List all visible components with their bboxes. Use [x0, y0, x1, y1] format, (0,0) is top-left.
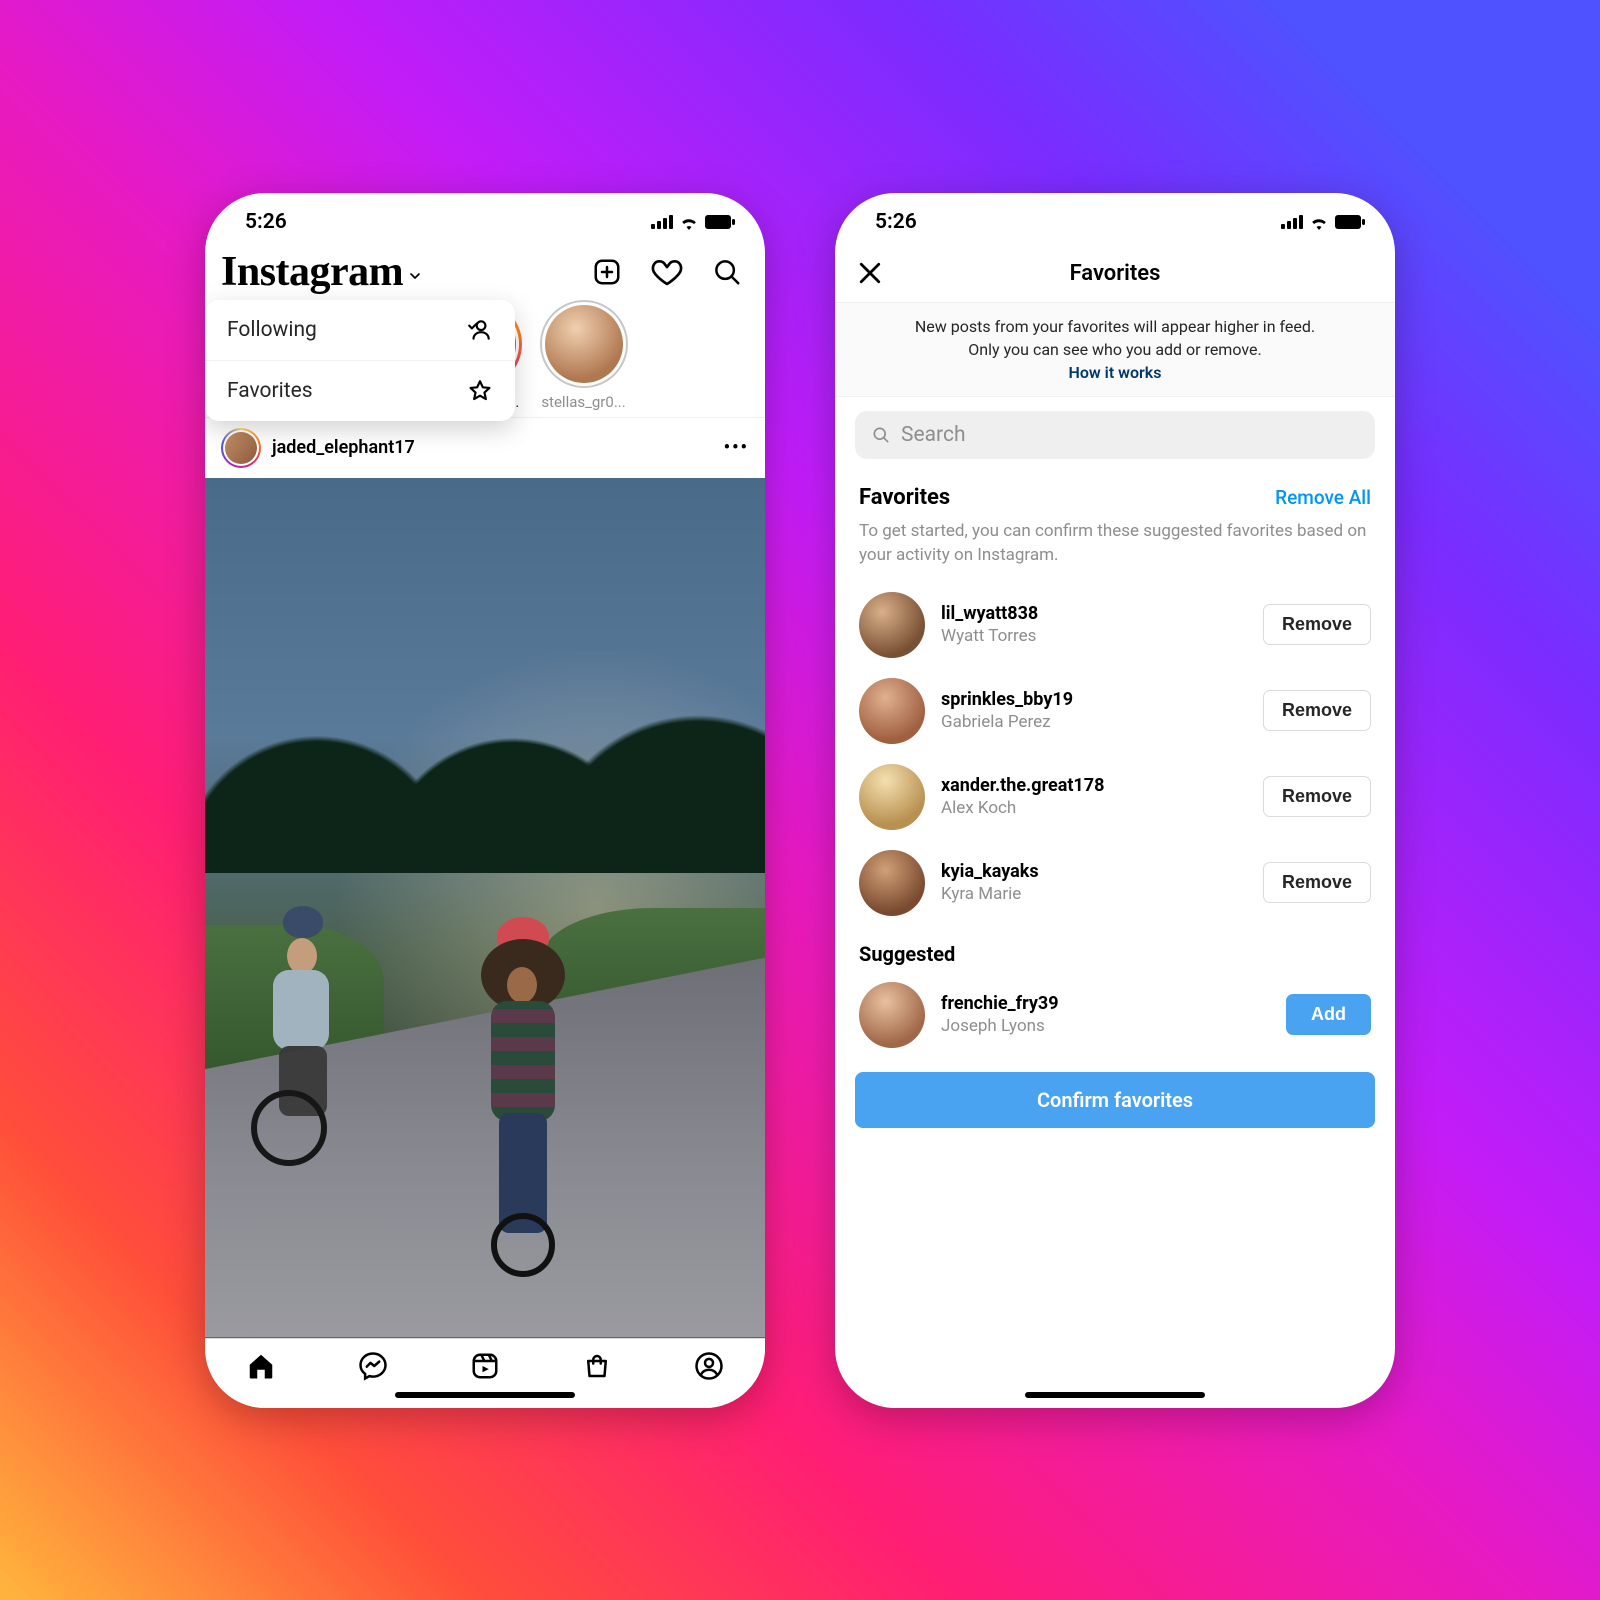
fullname: Joseph Lyons	[941, 1016, 1059, 1036]
favorite-row: sprinkles_bby19 Gabriela Perez Remove	[835, 668, 1395, 754]
user-link[interactable]: sprinkles_bby19 Gabriela Perez	[859, 678, 1073, 744]
banner-text-line2: Only you can see who you add or remove.	[859, 338, 1371, 361]
avatar	[859, 678, 925, 744]
status-time: 5:26	[245, 210, 287, 234]
tab-home[interactable]	[244, 1349, 278, 1383]
banner-text-line1: New posts from your favorites will appea…	[859, 315, 1371, 338]
avatar	[859, 982, 925, 1048]
confirm-favorites-button[interactable]: Confirm favorites	[855, 1072, 1375, 1128]
status-bar: 5:26	[835, 193, 1395, 246]
cellular-icon	[1281, 215, 1303, 229]
feed-switcher-menu: Following Favorites	[205, 300, 515, 421]
fullname: Alex Koch	[941, 798, 1104, 818]
menu-item-following[interactable]: Following	[205, 300, 515, 361]
search-icon	[871, 425, 891, 445]
post-header: jaded_elephant17 •••	[205, 417, 765, 478]
menu-item-favorites[interactable]: Favorites	[205, 361, 515, 421]
activity-button[interactable]	[651, 256, 683, 288]
close-button[interactable]	[855, 258, 885, 288]
feed-switcher-button[interactable]: Instagram	[221, 248, 423, 296]
username: sprinkles_bby19	[941, 689, 1073, 712]
home-indicator[interactable]	[1025, 1392, 1205, 1398]
post-more-button[interactable]: •••	[724, 437, 749, 458]
modal-title: Favorites	[1070, 261, 1161, 286]
user-link[interactable]: kyia_kayaks Kyra Marie	[859, 850, 1039, 916]
search-placeholder: Search	[901, 423, 966, 447]
tab-profile[interactable]	[692, 1349, 726, 1383]
add-button[interactable]: Add	[1286, 994, 1371, 1035]
battery-icon	[1335, 215, 1365, 229]
username: lil_wyatt838	[941, 603, 1038, 626]
cellular-icon	[651, 215, 673, 229]
instagram-logo: Instagram	[221, 248, 403, 296]
avatar	[859, 592, 925, 658]
user-link[interactable]: frenchie_fry39 Joseph Lyons	[859, 982, 1059, 1048]
fullname: Gabriela Perez	[941, 712, 1073, 732]
favorite-row: lil_wyatt838 Wyatt Torres Remove	[835, 582, 1395, 668]
status-icons	[651, 215, 735, 230]
create-post-button[interactable]	[591, 256, 623, 288]
status-bar: 5:26	[205, 193, 765, 246]
star-icon	[467, 378, 493, 404]
user-link[interactable]: lil_wyatt838 Wyatt Torres	[859, 592, 1038, 658]
tab-shop[interactable]	[580, 1349, 614, 1383]
chevron-down-icon	[407, 260, 423, 284]
username: xander.the.great178	[941, 775, 1104, 798]
username: kyia_kayaks	[941, 861, 1039, 884]
favorites-subtext: To get started, you can confirm these su…	[835, 514, 1395, 582]
post-image[interactable]	[205, 478, 765, 1338]
wifi-icon	[1309, 215, 1329, 230]
wifi-icon	[679, 215, 699, 230]
story-label: stellas_gr0...	[541, 393, 625, 411]
fullname: Wyatt Torres	[941, 626, 1038, 646]
remove-button[interactable]: Remove	[1263, 862, 1371, 903]
following-icon	[467, 317, 493, 343]
stories-tray[interactable]: Following Favorites + Your Story liam_be…	[205, 300, 765, 417]
home-indicator[interactable]	[395, 1392, 575, 1398]
status-time: 5:26	[875, 210, 917, 234]
search-input[interactable]: Search	[855, 411, 1375, 459]
remove-button[interactable]: Remove	[1263, 604, 1371, 645]
modal-header: Favorites	[835, 246, 1395, 302]
favorites-section-header: Favorites Remove All	[835, 465, 1395, 514]
user-link[interactable]: xander.the.great178 Alex Koch	[859, 764, 1104, 830]
avatar	[859, 764, 925, 830]
how-it-works-link[interactable]: How it works	[859, 361, 1371, 384]
info-banner: New posts from your favorites will appea…	[835, 302, 1395, 398]
avatar	[859, 850, 925, 916]
suggested-row: frenchie_fry39 Joseph Lyons Add	[835, 972, 1395, 1058]
search-button[interactable]	[711, 256, 743, 288]
post-username: jaded_elephant17	[272, 437, 415, 458]
fullname: Kyra Marie	[941, 884, 1039, 904]
feed-header: Instagram	[205, 246, 765, 300]
menu-item-label: Following	[227, 318, 317, 342]
menu-item-label: Favorites	[227, 379, 313, 403]
phone-favorites-screen: 5:26 Favorites New posts from your favor…	[835, 193, 1395, 1408]
tab-messenger[interactable]	[356, 1349, 390, 1383]
favorite-row: xander.the.great178 Alex Koch Remove	[835, 754, 1395, 840]
remove-button[interactable]: Remove	[1263, 776, 1371, 817]
phone-feed-screen: 5:26 Instagram	[205, 193, 765, 1408]
battery-icon	[705, 215, 735, 229]
username: frenchie_fry39	[941, 993, 1059, 1016]
suggested-heading: Suggested	[835, 926, 1395, 972]
remove-button[interactable]: Remove	[1263, 690, 1371, 731]
favorite-row: kyia_kayaks Kyra Marie Remove	[835, 840, 1395, 926]
post-author-link[interactable]: jaded_elephant17	[221, 428, 415, 468]
remove-all-button[interactable]: Remove All	[1275, 486, 1371, 509]
favorites-heading: Favorites	[859, 485, 950, 510]
tab-reels[interactable]	[468, 1349, 502, 1383]
story-item[interactable]: stellas_gr0...	[536, 300, 631, 411]
status-icons	[1281, 215, 1365, 230]
avatar	[221, 428, 261, 468]
